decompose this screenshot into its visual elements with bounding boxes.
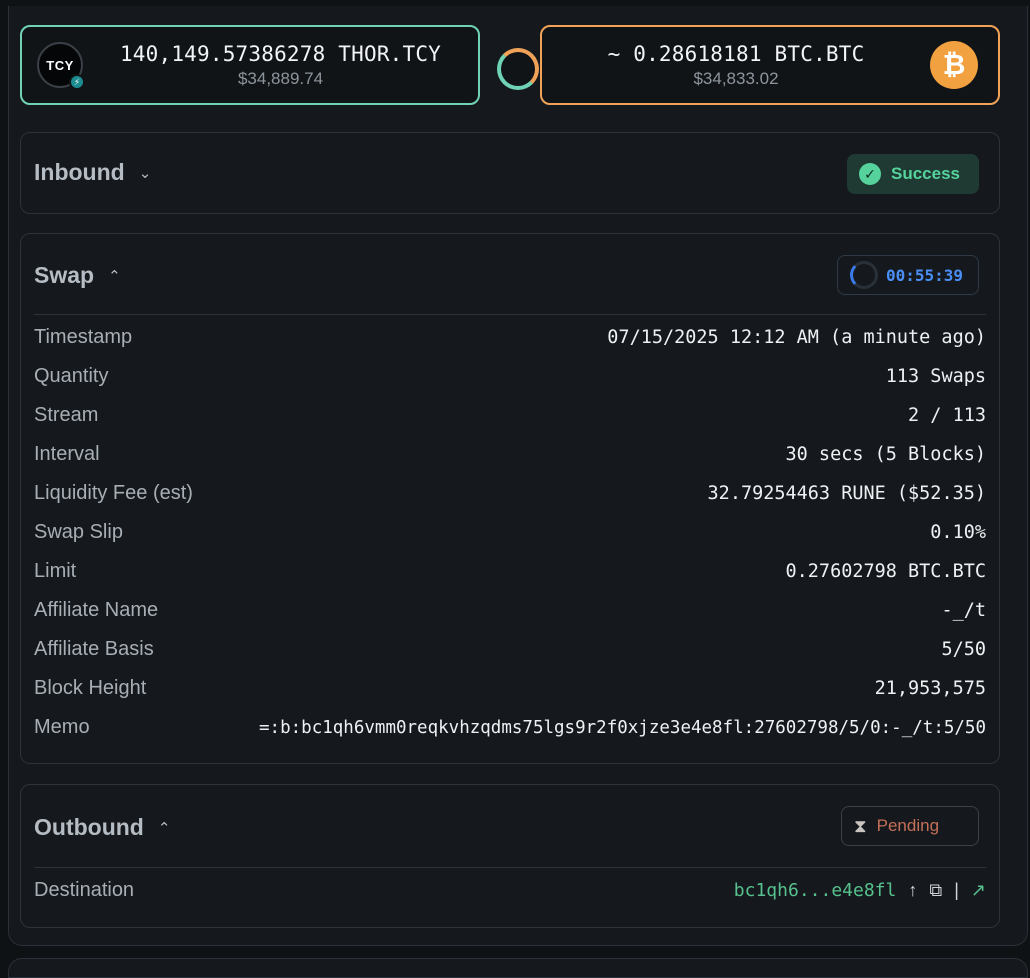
swap-timer-badge: 00:55:39 (837, 255, 979, 295)
chevron-down-icon[interactable]: ⌄ (139, 164, 152, 182)
outbound-status-badge: ⧗ Pending (841, 806, 979, 846)
detail-row-memo: Memo =:b:bc1qh6vmm0reqkvhzqdms75lgs9r2f0… (34, 716, 986, 738)
tcy-logo: TCY ⚡ (37, 42, 85, 90)
from-asset-card: TCY ⚡ 140,149.57386278 THOR.TCY $34,889.… (20, 25, 480, 105)
detail-row-affiliate-name: Affiliate Name -_/t (34, 599, 986, 621)
swap-title: Swap (34, 262, 95, 288)
from-amount: 140,149.57386278 THOR.TCY (119, 41, 442, 66)
next-panel-edge (8, 958, 1028, 978)
detail-row-interval: Interval 30 secs (5 Blocks) (34, 443, 986, 465)
swap-progress-ring-icon (497, 48, 539, 90)
swap-header[interactable]: Swap ⌃ (34, 262, 121, 289)
destination-address-link[interactable]: bc1qh6...e4e8fl (734, 880, 897, 901)
outbound-divider (34, 867, 986, 868)
outbound-title: Outbound (34, 814, 144, 840)
outbound-card: Outbound ⌃ ⧗ Pending Destination bc1qh6.… (20, 784, 1000, 928)
swap-timer: 00:55:39 (886, 265, 964, 285)
detail-row-quantity: Quantity 113 Swaps (34, 365, 986, 387)
inbound-header[interactable]: Inbound ⌄ (34, 159, 151, 186)
inbound-status-badge: ✓ Success (847, 154, 979, 194)
to-usd: $34,833.02 (693, 68, 779, 88)
chevron-up-icon[interactable]: ⌃ (158, 819, 171, 837)
inbound-card[interactable]: Inbound ⌄ ✓ Success (20, 132, 1000, 214)
hourglass-icon: ⧗ (854, 815, 867, 836)
detail-row-stream: Stream 2 / 113 (34, 404, 986, 426)
detail-row-block-height: Block Height 21,953,575 (34, 677, 986, 699)
external-link-icon[interactable]: ↗ (971, 880, 986, 901)
detail-row-affiliate-basis: Affiliate Basis 5/50 (34, 638, 986, 660)
copy-icon[interactable]: ⧉ (929, 880, 942, 901)
detail-row-swap-slip: Swap Slip 0.10% (34, 521, 986, 543)
separator: | (954, 880, 959, 900)
outbound-header[interactable]: Outbound ⌃ (34, 814, 170, 841)
timer-ring-icon (850, 261, 878, 289)
to-amount: ~ 0.28618181 BTC.BTC (607, 41, 865, 66)
to-asset-card: ~ 0.28618181 BTC.BTC $34,833.02 ₿ (540, 25, 1000, 105)
detail-row-timestamp: Timestamp 07/15/2025 12:12 AM (a minute … (34, 326, 986, 348)
bitcoin-icon: ₿ (930, 41, 978, 89)
swap-divider (34, 314, 986, 315)
inbound-title: Inbound (34, 159, 125, 185)
detail-row-liquidity-fee: Liquidity Fee (est) 32.79254463 RUNE ($5… (34, 482, 986, 504)
arrow-up-icon: ↑ (908, 880, 918, 900)
chevron-up-icon[interactable]: ⌃ (108, 267, 121, 285)
detail-row-destination: Destination bc1qh6...e4e8fl ↑ ⧉ | ↗ (34, 879, 986, 901)
memo-value[interactable]: =:b:bc1qh6vmm0reqkvhzqdms75lgs9r2f0xjze3… (259, 718, 986, 738)
swap-card: Swap ⌃ 00:55:39 Timestamp 07/15/2025 12:… (20, 233, 1000, 764)
detail-row-limit: Limit 0.27602798 BTC.BTC (34, 560, 986, 582)
thorchain-icon: ⚡ (69, 74, 85, 90)
check-circle-icon: ✓ (859, 163, 881, 185)
from-usd: $34,889.74 (237, 68, 324, 88)
